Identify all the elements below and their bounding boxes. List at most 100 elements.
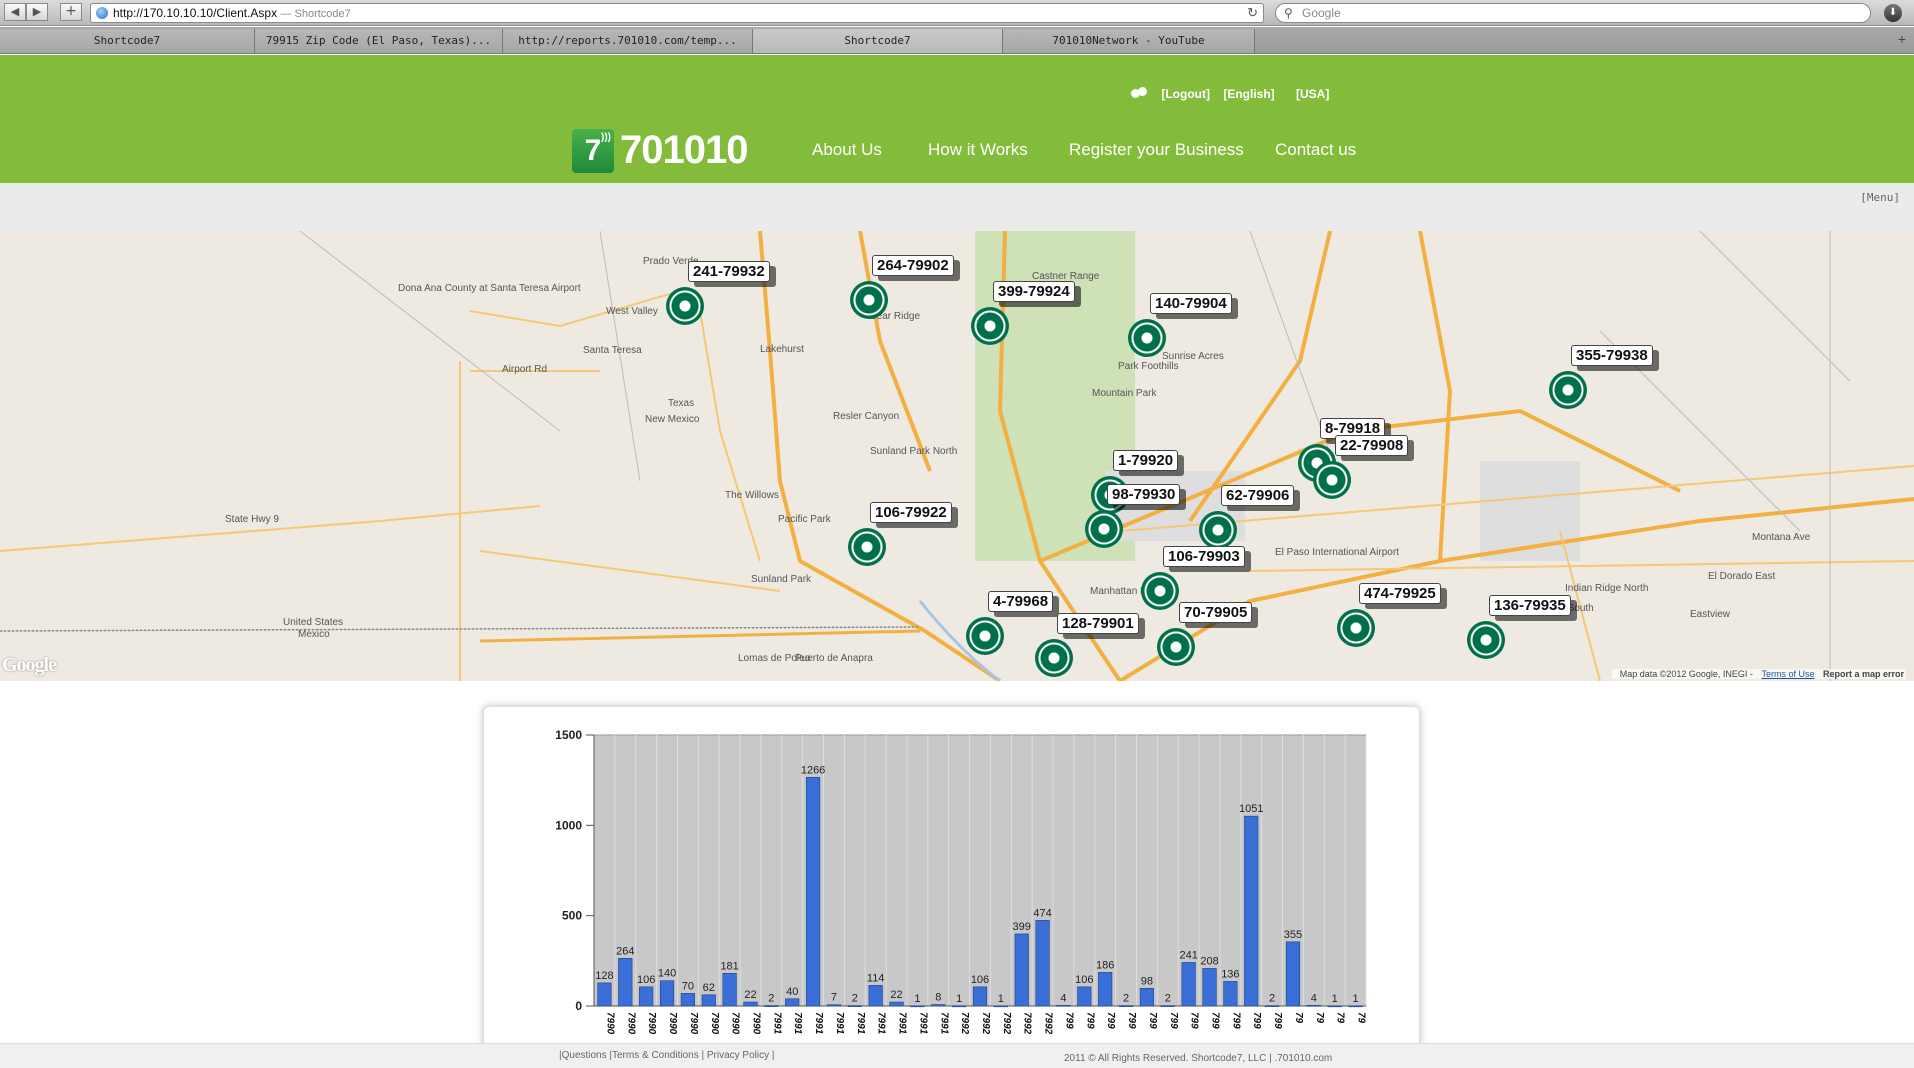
search-icon: ⚲ <box>1284 6 1293 20</box>
map-label-indian-ridge: Indian Ridge North <box>1565 583 1649 594</box>
marker-label: 106-79922 <box>870 502 952 523</box>
bar-value-label: 1 <box>1332 993 1338 1005</box>
bar <box>722 972 737 1007</box>
bar-value-label: 98 <box>1141 975 1153 987</box>
bar-value-label: 208 <box>1200 955 1218 967</box>
english-link[interactable]: [English] <box>1223 87 1274 101</box>
bar <box>931 1004 946 1007</box>
store-pin-icon <box>1549 371 1587 409</box>
map-label-state-hwy-9: State Hwy 9 <box>225 514 279 525</box>
tab-zip-code[interactable]: 79915 Zip Code (El Paso, Texas)... <box>255 29 503 53</box>
bar <box>1056 1004 1071 1007</box>
nav-how-it-works[interactable]: How it Works <box>928 140 1028 160</box>
map-label-puerto-de-anapra: Puerto de Anapra <box>795 653 873 664</box>
x-tick-label: 79 <box>1314 1012 1325 1024</box>
nav-register-business[interactable]: Register your Business <box>1069 140 1244 160</box>
bar <box>847 1005 862 1007</box>
x-tick-label: 799 <box>1251 1012 1262 1029</box>
forward-button[interactable]: ▶ <box>26 3 48 21</box>
bar-value-label: 2 <box>1123 993 1129 1005</box>
tab-shortcode7-active[interactable]: Shortcode7 <box>753 29 1003 53</box>
bar <box>659 980 675 1007</box>
map-label-mountain-park: Mountain Park <box>1092 388 1157 399</box>
x-tick-label: 79 <box>1335 1012 1346 1024</box>
downloads-icon[interactable]: ⬇ <box>1884 4 1902 22</box>
bar <box>1139 987 1154 1007</box>
bar <box>993 1005 1008 1008</box>
x-tick-label: 7992 <box>1001 1012 1012 1035</box>
map-label-el-paso-airport: El Paso International Airport <box>1275 547 1399 558</box>
x-tick-label: 7990 <box>604 1012 615 1035</box>
report-map-error-link[interactable]: Report a map error <box>1823 669 1904 679</box>
x-tick-label: 7992 <box>959 1012 970 1035</box>
url-bar[interactable]: http://170.10.10.10/Client.Aspx — Shortc… <box>90 3 1264 23</box>
x-tick-label: 799 <box>1126 1012 1137 1029</box>
x-tick-label: 7990 <box>625 1012 636 1035</box>
site-logo[interactable]: 7))) 701010 <box>572 128 748 173</box>
x-tick-label: 799 <box>1272 1012 1283 1029</box>
x-tick-label: 7992 <box>1043 1012 1054 1035</box>
tab-reports[interactable]: http://reports.701010.com/temp... <box>503 29 753 53</box>
search-input[interactable]: ⚲ Google <box>1275 3 1871 23</box>
tab-shortcode7-1[interactable]: Shortcode7 <box>0 29 255 53</box>
marker-label: 474-79925 <box>1359 583 1441 604</box>
map-label-park-foothills: Park Foothills <box>1118 361 1179 372</box>
search-placeholder: Google <box>1302 6 1341 20</box>
bar <box>952 1005 967 1008</box>
x-tick-label: 799 <box>1084 1012 1095 1029</box>
marker-label: 4-79968 <box>988 591 1054 612</box>
x-tick-label: 7990 <box>709 1012 720 1035</box>
bar-value-label: 399 <box>1013 921 1031 933</box>
x-tick-label: 799 <box>1189 1012 1200 1029</box>
google-logo: Google <box>2 654 57 676</box>
footer: |Questions |Terms & Conditions | Privacy… <box>0 1043 1914 1068</box>
map-label-airport-rd: Airport Rd <box>502 364 548 375</box>
map-label-resler-canyon: Resler Canyon <box>833 411 900 422</box>
map[interactable]: Dona Ana County at Santa Teresa Airport … <box>0 231 1914 681</box>
bar <box>1223 981 1238 1007</box>
bar-value-label: 106 <box>637 974 655 986</box>
logout-link[interactable]: [Logout] <box>1161 87 1210 101</box>
footer-links[interactable]: |Questions |Terms & Conditions | Privacy… <box>559 1050 774 1061</box>
tab-youtube[interactable]: 701010Network - YouTube <box>1003 29 1255 53</box>
map-label-mexico: Mexico <box>298 629 330 640</box>
x-tick-label: 7991 <box>938 1012 949 1035</box>
map-label-el-dorado-east: El Dorado East <box>1708 571 1776 582</box>
copyright-text: 2011 © All Rights Reserved. Shortcode7, … <box>1064 1053 1333 1064</box>
store-pin-icon <box>971 307 1009 345</box>
bar-value-label: 264 <box>616 945 634 957</box>
bar-value-label: 1 <box>1353 993 1359 1005</box>
back-button[interactable]: ◀ <box>4 3 26 21</box>
globe-icon <box>96 7 108 19</box>
map-data-text: Map data ©2012 Google, INEGI - <box>1619 669 1753 679</box>
logo-mark-text: 7 <box>584 133 602 167</box>
reload-icon[interactable]: ↻ <box>1247 4 1258 22</box>
store-pin-icon <box>1467 621 1505 659</box>
marker-label: 264-79902 <box>872 255 954 276</box>
nav-about-us[interactable]: About Us <box>812 140 882 160</box>
menu-link[interactable]: [Menu] <box>1860 191 1900 204</box>
bar-value-label: 7 <box>831 992 837 1004</box>
terms-of-use-link[interactable]: Terms of Use <box>1761 669 1814 679</box>
bar-value-label: 1 <box>998 993 1004 1005</box>
x-tick-label: 7992 <box>1022 1012 1033 1035</box>
bar <box>1285 941 1301 1007</box>
bar <box>1118 1005 1134 1007</box>
bar <box>972 986 988 1007</box>
x-tick-label: 7990 <box>688 1012 699 1035</box>
bar-value-label: 22 <box>890 989 902 1001</box>
bar-value-label: 2 <box>1269 993 1275 1005</box>
map-label-airport: Dona Ana County at Santa Teresa Airport <box>398 283 581 294</box>
logo-mark: 7))) <box>572 128 614 173</box>
add-bookmark-button[interactable]: + <box>60 3 82 21</box>
bar <box>1306 1004 1321 1007</box>
new-tab-icon[interactable]: + <box>1898 31 1906 47</box>
signal-icon: ))) <box>601 131 611 143</box>
account-links: [Logout] [English] [USA] <box>1130 86 1339 104</box>
usa-link[interactable]: [USA] <box>1296 87 1329 101</box>
store-pin-icon <box>1035 639 1073 677</box>
bar <box>1348 1005 1363 1008</box>
bar <box>597 982 612 1007</box>
nav-contact-us[interactable]: Contact us <box>1275 140 1356 160</box>
x-tick-label: 7991 <box>855 1012 866 1035</box>
